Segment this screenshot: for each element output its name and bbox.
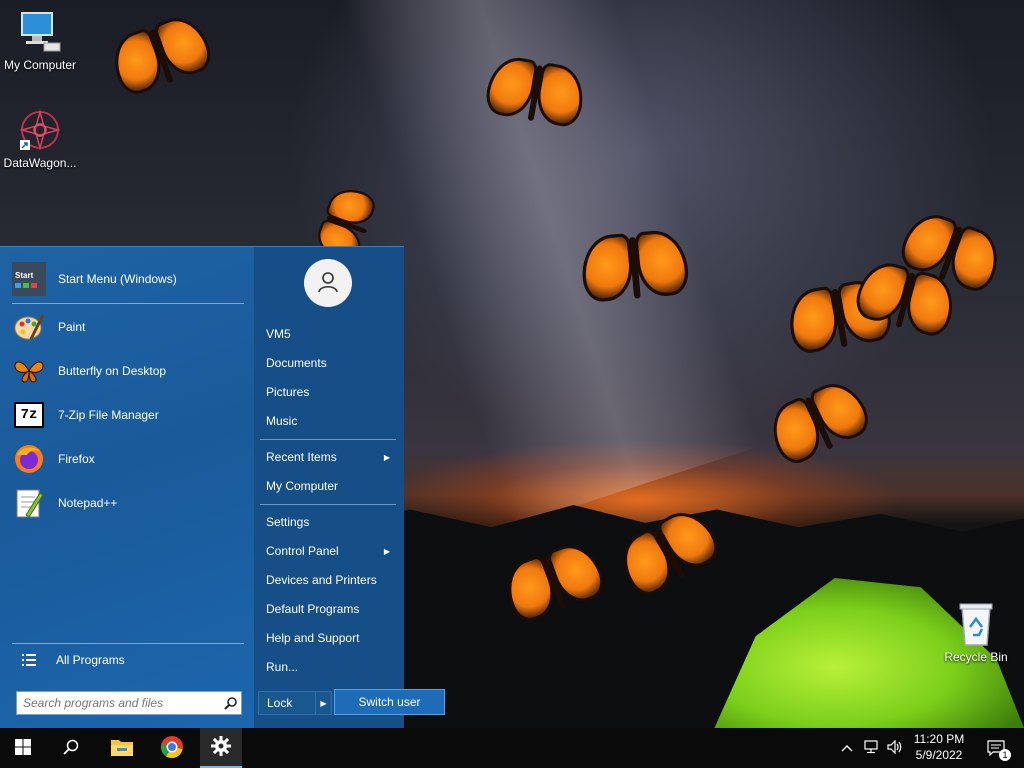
7zip-icon: 7z [12, 398, 46, 432]
computer-icon [16, 8, 64, 56]
places-item-pictures[interactable]: Pictures [260, 379, 396, 405]
places-item-recent-items[interactable]: Recent Items ▶ [260, 444, 396, 470]
desktop-icon-my-computer[interactable]: My Computer [0, 8, 80, 72]
start-button[interactable] [2, 728, 44, 768]
program-label: 7-Zip File Manager [58, 408, 159, 422]
places-item-label: Run... [266, 660, 299, 674]
search-icon [63, 739, 79, 758]
butterfly-sprite [479, 47, 591, 143]
programs-divider [12, 303, 244, 304]
program-item-start-menu-windows[interactable]: Start Start Menu (Windows) [12, 259, 244, 299]
desktop-icon-datawagon[interactable]: DataWagon... [0, 106, 80, 170]
places-item-my-computer[interactable]: My Computer [260, 473, 396, 499]
taskbar-chrome[interactable] [151, 728, 193, 768]
places-item-label: Devices and Printers [266, 573, 377, 587]
desktop-icon-label: DataWagon... [3, 156, 77, 170]
chrome-icon [160, 735, 184, 762]
places-item-label: My Computer [266, 479, 339, 493]
network-icon [863, 739, 879, 757]
submenu-arrow-icon: ▶ [383, 546, 390, 556]
chevron-up-icon [841, 741, 853, 755]
taskbar-search-button[interactable] [50, 728, 92, 768]
paint-icon [12, 310, 46, 344]
all-programs-label: All Programs [56, 653, 125, 667]
program-label: Paint [58, 320, 86, 334]
all-programs-button[interactable]: All Programs [12, 645, 244, 675]
program-item-notepadpp[interactable]: Notepad++ [12, 483, 244, 523]
butterfly-sprite [576, 221, 693, 318]
search-input[interactable] [17, 693, 219, 713]
lock-button[interactable]: Lock [259, 692, 315, 714]
taskbar-settings[interactable] [200, 728, 242, 768]
list-icon [12, 654, 46, 666]
desktop-icon-recycle-bin[interactable]: Recycle Bin [936, 600, 1016, 664]
places-item-label: Default Programs [266, 602, 360, 616]
program-label: Start Menu (Windows) [58, 272, 177, 286]
places-item-music[interactable]: Music [260, 408, 396, 434]
datawagon-shortcut-icon [16, 106, 64, 154]
program-item-butterfly-on-desktop[interactable]: Butterfly on Desktop [12, 351, 244, 391]
network-tray-button[interactable] [860, 728, 882, 768]
volume-icon [887, 739, 903, 757]
user-icon [316, 270, 340, 297]
program-item-firefox[interactable]: Firefox [12, 439, 244, 479]
switch-user-menu-item[interactable]: Switch user [334, 689, 445, 715]
program-item-paint[interactable]: Paint [12, 307, 244, 347]
places-item-label: Control Panel [266, 544, 339, 558]
places-item-control-panel[interactable]: Control Panel ▶ [260, 538, 396, 564]
places-item-label: Settings [266, 515, 310, 529]
windows-start-icon [15, 738, 31, 758]
start-menu-programs-pane: Start Start Menu (Windows) Paint Butterf… [0, 247, 254, 729]
clock-time: 11:20 PM [913, 732, 965, 746]
recycle-bin-icon [952, 600, 1000, 648]
places-divider [260, 439, 396, 440]
start-menu-app-icon: Start [12, 262, 46, 296]
program-label: Butterfly on Desktop [58, 364, 167, 378]
settings-gear-icon [211, 735, 231, 759]
notepadpp-icon [12, 486, 46, 520]
search-box[interactable] [16, 691, 242, 715]
places-item-default-programs[interactable]: Default Programs [260, 596, 396, 622]
search-icon[interactable] [219, 696, 241, 710]
places-item-run[interactable]: Run... [260, 654, 396, 680]
clock-date: 5/9/2022 [915, 748, 963, 762]
taskbar-clock[interactable]: 11:20 PM 5/9/2022 [906, 731, 972, 765]
show-hidden-icons-button[interactable] [838, 728, 856, 768]
firefox-icon [12, 442, 46, 476]
start-menu: Start Start Menu (Windows) Paint Butterf… [0, 246, 445, 729]
program-label: Notepad++ [58, 496, 118, 510]
desktop-icon-label: Recycle Bin [944, 650, 1008, 664]
file-explorer-icon [110, 737, 134, 760]
user-avatar[interactable] [304, 259, 352, 307]
places-item-label: Help and Support [266, 631, 360, 645]
places-item-label: Documents [266, 356, 327, 370]
places-item-label: Pictures [266, 385, 310, 399]
butterfly-sprite [101, 3, 222, 112]
places-item-help-and-support[interactable]: Help and Support [260, 625, 396, 651]
notification-count-badge: 1 [999, 749, 1011, 761]
places-item-label: VM5 [266, 327, 291, 341]
places-item-label: Recent Items [266, 450, 337, 464]
program-label: Firefox [58, 452, 95, 466]
places-divider [260, 504, 396, 505]
places-item-vm5[interactable]: VM5 [260, 321, 396, 347]
program-item-7zip[interactable]: 7z 7-Zip File Manager [12, 395, 244, 435]
butterfly-sprite [758, 368, 882, 483]
places-item-devices-and-printers[interactable]: Devices and Printers [260, 567, 396, 593]
butterfly-icon [12, 354, 46, 388]
lock-split-button: Lock ▶ [258, 691, 332, 715]
notification-icon: 1 [987, 740, 1011, 761]
places-item-label: Music [266, 414, 298, 428]
lock-options-arrow-icon[interactable]: ▶ [315, 692, 331, 714]
submenu-arrow-icon: ▶ [383, 452, 390, 462]
places-item-documents[interactable]: Documents [260, 350, 396, 376]
places-item-settings[interactable]: Settings [260, 509, 396, 535]
action-center-button[interactable]: 1 [976, 728, 1016, 768]
all-programs-divider [12, 643, 244, 644]
taskbar-file-explorer[interactable] [101, 728, 143, 768]
desktop-icon-label: My Computer [3, 58, 77, 72]
volume-tray-button[interactable] [884, 728, 906, 768]
taskbar: 11:20 PM 5/9/2022 1 [0, 728, 1024, 768]
